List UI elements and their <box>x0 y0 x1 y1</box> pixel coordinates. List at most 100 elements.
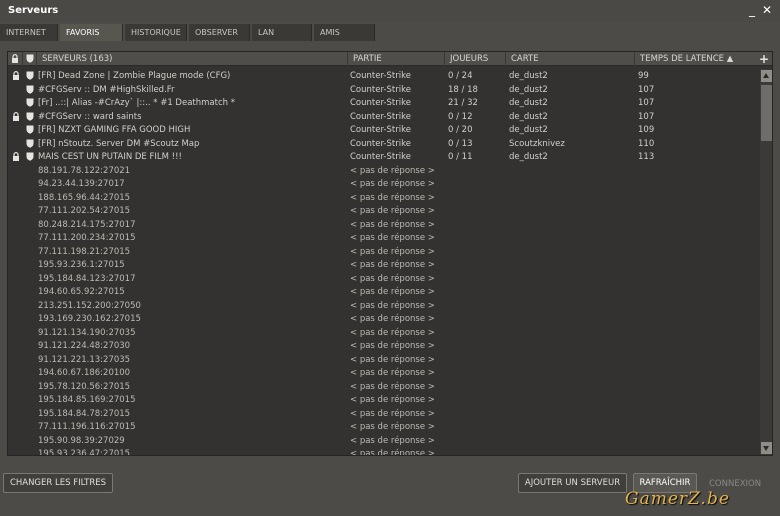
server-map: de_dust2 <box>509 84 548 95</box>
change-filters-button[interactable]: CHANGER LES FILTRES <box>3 473 113 493</box>
server-address: 188.165.96.44:27015 <box>38 192 131 203</box>
server-status: < pas de réponse > <box>350 327 435 338</box>
server-status: < pas de réponse > <box>350 192 435 203</box>
table-row[interactable]: 77.111.196.116:27015 < pas de réponse > <box>8 420 760 434</box>
tab-bar: INTERNET FAVORIS HISTORIQUE OBSERVER LAN… <box>0 24 780 41</box>
connect-button[interactable]: CONNEXION <box>709 479 761 489</box>
server-ping: 109 <box>638 125 655 135</box>
column-lock[interactable] <box>8 52 22 66</box>
table-row[interactable]: 91.121.134.190:27035 < pas de réponse > <box>8 326 760 340</box>
server-status: < pas de réponse > <box>350 165 435 176</box>
server-status: < pas de réponse > <box>350 368 435 378</box>
server-map: de_dust2 <box>509 71 548 81</box>
server-address: 91.121.221.13:27035 <box>38 354 131 365</box>
table-row[interactable]: 91.121.224.48:27030 < pas de réponse > <box>8 339 760 353</box>
column-latency[interactable]: TEMPS DE LATENCE ▲ <box>634 52 757 66</box>
server-ping: 110 <box>638 138 655 149</box>
table-row[interactable]: 77.111.200.234:27015 < pas de réponse > <box>8 231 760 245</box>
server-address: 80.248.214.175:27017 <box>38 219 136 230</box>
shield-icon <box>26 85 34 94</box>
server-status: < pas de réponse > <box>350 206 435 216</box>
server-address: 77.111.198.21:27015 <box>38 246 131 257</box>
table-row[interactable]: 77.111.202.54:27015 < pas de réponse > <box>8 204 760 218</box>
tab-internet[interactable]: INTERNET <box>0 24 58 41</box>
table-row[interactable]: 195.184.84.78:27015 < pas de réponse > <box>8 407 760 421</box>
shield-icon <box>26 152 34 161</box>
column-game[interactable]: PARTIE <box>347 52 445 66</box>
table-row[interactable]: 194.60.67.186:20100 < pas de réponse > <box>8 366 760 380</box>
scroll-down-button[interactable] <box>761 442 772 454</box>
column-players[interactable]: JOUEURS <box>444 52 506 66</box>
table-row[interactable]: MAIS CEST UN PUTAIN DE FILM !!! Counter-S… <box>8 150 760 164</box>
server-address: 91.121.134.190:27035 <box>38 327 136 338</box>
table-row[interactable]: [FR] NZXT GAMING FFA GOOD HIGH Counter-St… <box>8 123 760 137</box>
table-row[interactable]: 195.184.85.169:27015 < pas de réponse > <box>8 393 760 407</box>
tab-amis[interactable]: AMIS <box>314 24 375 41</box>
table-row[interactable]: 194.60.65.92:27015 < pas de réponse > <box>8 285 760 299</box>
server-game: Counter-Strike <box>350 111 411 122</box>
server-address: 193.169.230.162:27015 <box>38 314 141 324</box>
shield-icon <box>26 54 34 63</box>
add-server-button[interactable]: AJOUTER UN SERVEUR <box>518 473 627 493</box>
server-players: 0 / 11 <box>448 152 473 162</box>
lock-icon <box>13 71 19 80</box>
server-address: 194.60.65.92:27015 <box>38 287 125 297</box>
table-row[interactable]: 195.78.120.56:27015 < pas de réponse > <box>8 380 760 394</box>
server-map: de_dust2 <box>509 111 548 122</box>
column-map[interactable]: CARTE <box>505 52 633 66</box>
table-row[interactable]: #CFGServ :: DM #HighSkilled.Fr Counter-St… <box>8 83 760 97</box>
server-players: 0 / 12 <box>448 111 473 122</box>
server-address: 91.121.224.48:27030 <box>38 341 131 351</box>
server-status: < pas de réponse > <box>350 233 435 243</box>
server-list: SERVEURS (163) PARTIE JOUEURS CARTE TEMP… <box>7 51 773 456</box>
table-row[interactable]: 195.93.236.47:27015 < pas de réponse > <box>8 447 760 455</box>
server-name: [FR] nStoutz. Server DM #Scoutz Map <box>38 138 200 149</box>
table-row[interactable]: 195.93.236.1:27015 < pas de réponse > <box>8 258 760 272</box>
minimize-button[interactable]: _ <box>745 3 759 17</box>
table-row[interactable]: 94.23.44.139:27017 < pas de réponse > <box>8 177 760 191</box>
server-ping: 99 <box>638 71 649 81</box>
server-map: de_dust2 <box>509 152 548 162</box>
table-row[interactable]: [FR] nStoutz. Server DM #Scoutz Map Count… <box>8 137 760 151</box>
shield-icon <box>26 139 34 148</box>
table-row[interactable]: 91.121.221.13:27035 < pas de réponse > <box>8 353 760 367</box>
column-favorite[interactable] <box>22 52 36 66</box>
tab-favoris[interactable]: FAVORIS <box>60 24 123 41</box>
lock-icon <box>13 152 19 161</box>
server-status: < pas de réponse > <box>350 435 435 446</box>
tab-historique[interactable]: HISTORIQUE <box>125 24 187 41</box>
scrollbar[interactable] <box>760 69 772 455</box>
shield-icon <box>26 71 34 80</box>
table-row[interactable]: 213.251.152.200:27050 < pas de réponse > <box>8 299 760 313</box>
server-address: 195.184.84.78:27015 <box>38 408 131 419</box>
server-name: [FR] Dead Zone | Zombie Plague mode (CFG… <box>38 71 231 81</box>
shield-icon <box>26 112 34 121</box>
column-server[interactable]: SERVEURS (163) <box>36 52 352 66</box>
server-address: 195.78.120.56:27015 <box>38 381 131 392</box>
tab-observer[interactable]: OBSERVER <box>189 24 250 41</box>
server-status: < pas de réponse > <box>350 395 435 405</box>
table-row[interactable]: 88.191.78.122:27021 < pas de réponse > <box>8 164 760 178</box>
shield-icon <box>26 125 34 134</box>
server-map: de_dust2 <box>509 125 548 135</box>
server-status: < pas de réponse > <box>350 408 435 419</box>
scroll-thumb[interactable] <box>761 85 772 141</box>
table-row[interactable]: 193.169.230.162:27015 < pas de réponse > <box>8 312 760 326</box>
tab-lan[interactable]: LAN <box>252 24 312 41</box>
table-row[interactable]: [FR] Dead Zone | Zombie Plague mode (CFG… <box>8 69 760 83</box>
window-titlebar[interactable]: Serveurs _ ✕ <box>0 0 780 22</box>
server-address: 213.251.152.200:27050 <box>38 300 141 311</box>
table-row[interactable]: [Fr] ..::| Alias -#CrAzy` |::.. * #1 Dea… <box>8 96 760 110</box>
table-row[interactable]: #CFGServ :: ward saints Counter-Strike 0 /… <box>8 110 760 124</box>
table-row[interactable]: 80.248.214.175:27017 < pas de réponse > <box>8 218 760 232</box>
server-status: < pas de réponse > <box>350 300 435 311</box>
scroll-up-button[interactable] <box>761 70 772 82</box>
close-button[interactable]: ✕ <box>760 3 774 17</box>
table-row[interactable]: 77.111.198.21:27015 < pas de réponse > <box>8 245 760 259</box>
server-status: < pas de réponse > <box>350 179 435 189</box>
table-row[interactable]: 188.165.96.44:27015 < pas de réponse > <box>8 191 760 205</box>
table-row[interactable]: 195.90.98.39:27029 < pas de réponse > <box>8 434 760 448</box>
table-row[interactable]: 195.184.84.123:27017 < pas de réponse > <box>8 272 760 286</box>
lock-icon <box>12 54 18 63</box>
add-column-button[interactable]: + <box>757 52 771 66</box>
